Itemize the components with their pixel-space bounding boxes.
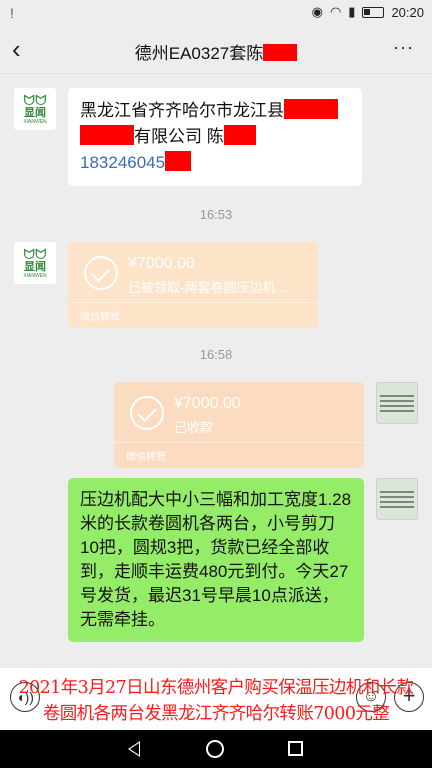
avatar[interactable] [376, 478, 418, 520]
leaf-logo-icon: ᗢᗢ [23, 246, 47, 262]
transfer-footer: 微信转账 [126, 452, 166, 463]
document-thumbnail-icon [380, 392, 414, 415]
transfer-description: 已被领取-两套卷圆压边机... [128, 280, 287, 295]
sim-icon: ▮ [348, 4, 356, 19]
transfer-amount: ¥7000.00 [128, 255, 195, 272]
logo-subtext: XIANWEN [23, 119, 47, 125]
contact-message-bubble[interactable]: 黑龙江省齐齐哈尔市龙江县 有限公司 陈 183246045 [68, 88, 362, 186]
back-triangle-icon[interactable] [128, 741, 140, 757]
chat-header: ‹ 德州EA0327套陈 ··· [0, 26, 432, 74]
notification-icon: ! [10, 5, 14, 21]
company-text: 有限公司 陈 [134, 127, 224, 146]
phone-link[interactable]: 183246045 [80, 153, 165, 172]
redaction-box [223, 125, 256, 145]
transfer-amount: ¥7000.00 [174, 395, 241, 412]
check-circle-icon [130, 396, 164, 430]
timestamp: 16:53 [199, 207, 233, 222]
clock: 20:20 [391, 4, 424, 20]
recent-apps-icon[interactable] [288, 741, 303, 756]
check-circle-icon [84, 256, 118, 290]
avatar[interactable]: ᗢᗢ 显闻 XIANWEN [14, 242, 56, 284]
home-circle-icon[interactable] [206, 740, 224, 758]
caption-overlay: ◖)) ☺ + 2021年3月27日山东德州客户购买保温压边机和长款 卷圆机各两… [0, 668, 432, 730]
chat-title: 德州EA0327套陈 [0, 39, 432, 64]
wifi-icon: ◠ [329, 4, 342, 19]
transfer-card-accepted[interactable]: ¥7000.00 已收款 微信转账 [114, 382, 364, 468]
transfer-description: 已收款 [174, 420, 214, 435]
battery-icon [362, 6, 385, 18]
logo-subtext: XIANWEN [23, 273, 47, 279]
avatar[interactable]: ᗢᗢ 显闻 XIANWEN [14, 88, 56, 130]
system-navigation-bar [0, 730, 432, 768]
eye-icon: ◉ [311, 4, 323, 19]
caption-line-1: 2021年3月27日山东德州客户购买保温压边机和长款 [18, 678, 414, 698]
reply-message-bubble[interactable]: 压边机配大中小三幅和加工宽度1.28米的长款卷圆机各两台，小号剪刀10把，圆规3… [68, 478, 364, 642]
address-text: 黑龙江省齐齐哈尔市龙江县 [80, 101, 284, 120]
redaction-box [165, 151, 192, 171]
timestamp: 16:58 [199, 347, 233, 362]
divider [68, 302, 318, 303]
leaf-logo-icon: ᗢᗢ [23, 92, 47, 108]
divider [114, 442, 364, 443]
caption-line-2: 卷圆机各两台发黑龙江齐齐哈尔转账7000元整 [42, 704, 390, 724]
transfer-card-received[interactable]: ¥7000.00 已被领取-两套卷圆压边机... 微信转账 [68, 242, 318, 328]
redaction-box [284, 99, 338, 119]
status-bar: ! ◉ ◠ ▮ 20:20 [0, 0, 432, 26]
document-thumbnail-icon [380, 488, 414, 511]
logo-text: 显闻 [24, 261, 46, 273]
redaction-box [80, 125, 134, 145]
transfer-footer: 微信转账 [80, 312, 120, 323]
redaction-box [263, 44, 298, 61]
avatar[interactable] [376, 382, 418, 424]
logo-text: 显闻 [24, 107, 46, 119]
chat-title-text: 德州EA0327套陈 [134, 44, 264, 63]
more-icon[interactable]: ··· [393, 37, 414, 58]
